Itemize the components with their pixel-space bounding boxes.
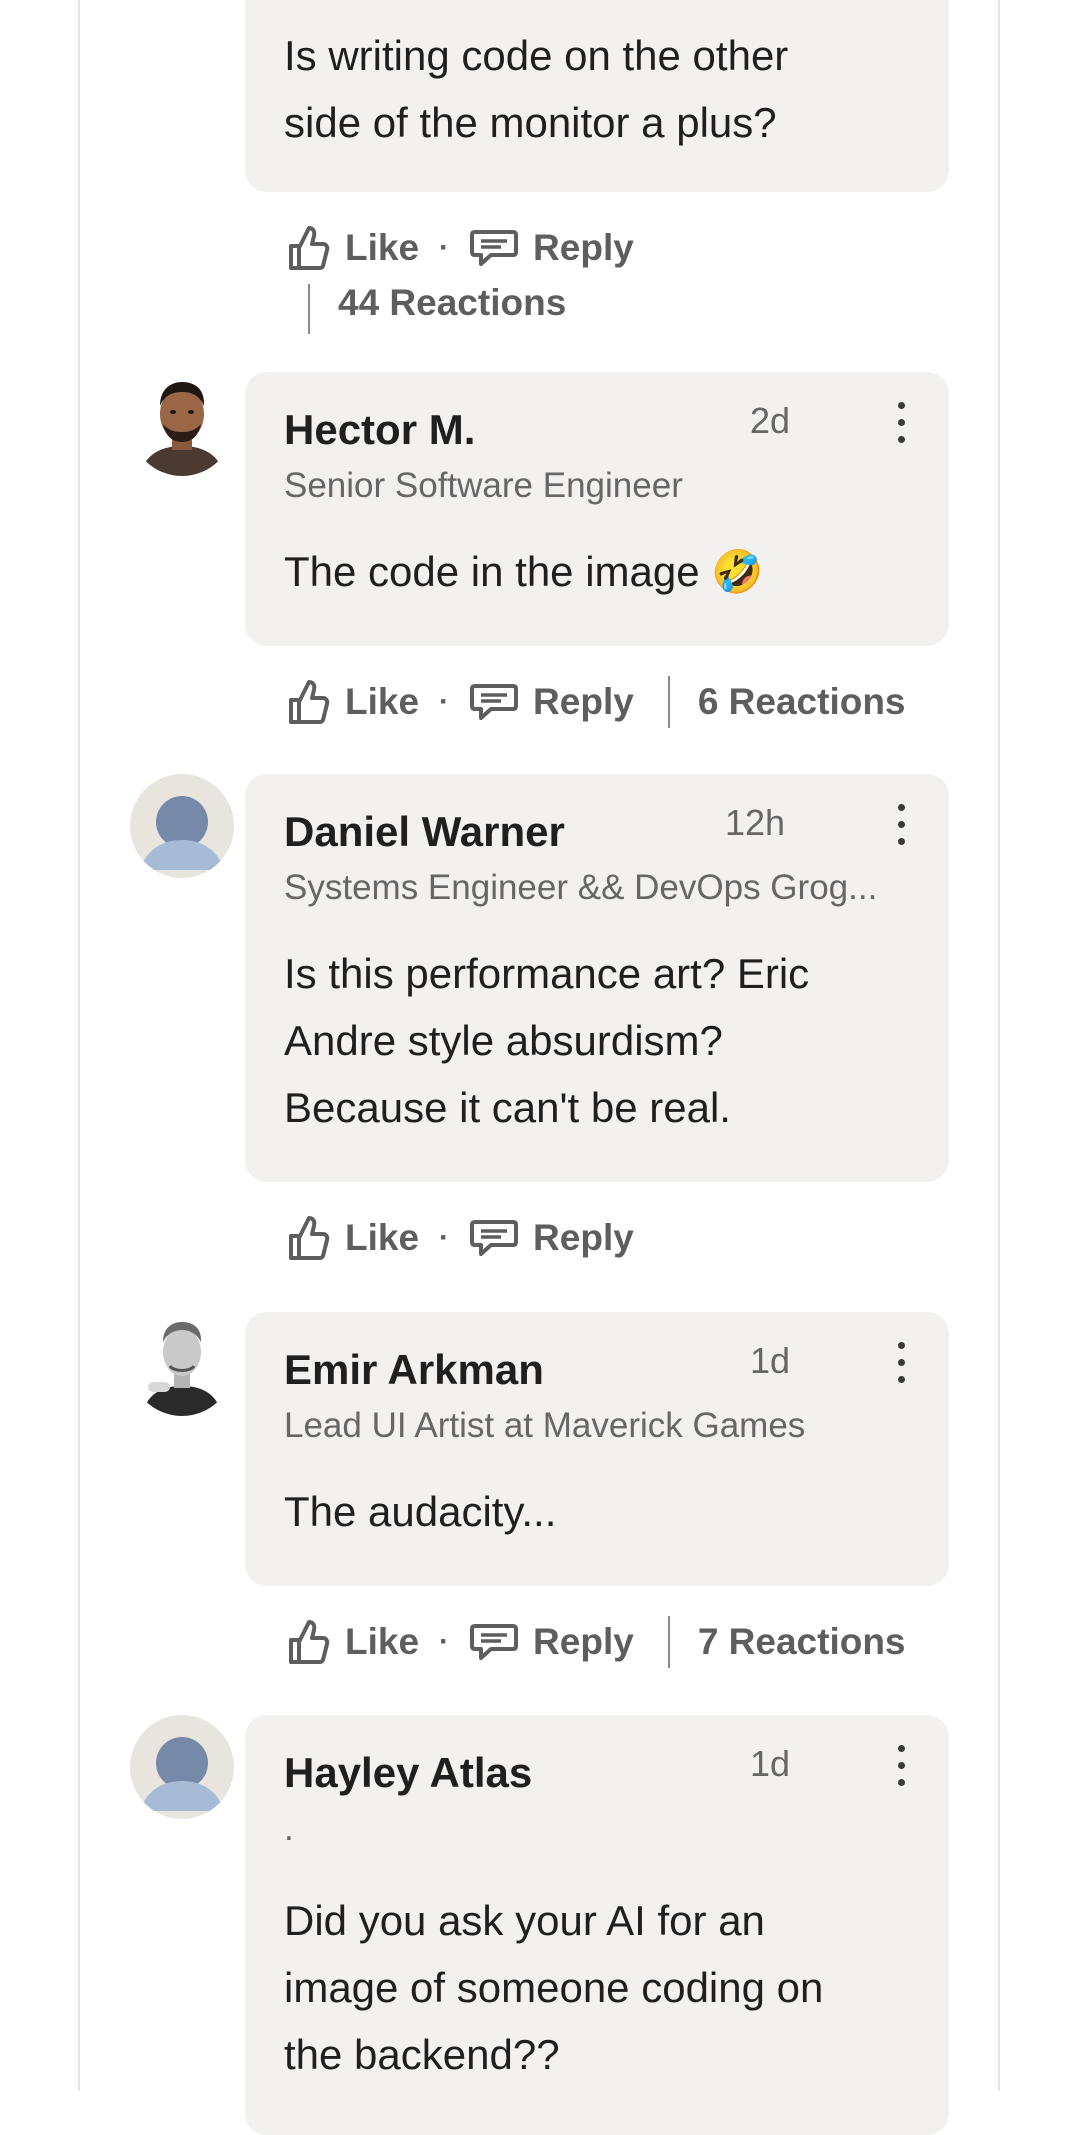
thumbs-up-icon: [289, 680, 330, 724]
comment-actions: Like · Reply: [285, 218, 634, 278]
comment-text: Is this performance art? Eric Andre styl…: [284, 950, 810, 1131]
separator-dot: ·: [439, 685, 450, 718]
profile-photo: [130, 372, 234, 476]
comment-bubble: Daniel Warner 12h Systems Engineer && De…: [245, 774, 949, 1182]
author-name[interactable]: Hector M.: [284, 406, 475, 454]
reply-bubble-icon: [470, 230, 519, 266]
more-options-icon[interactable]: [895, 1342, 907, 1386]
comment-actions: Like · Reply 7 Reactions: [285, 1612, 906, 1672]
comment-time: 1d: [750, 1743, 791, 1784]
like-button[interactable]: Like: [285, 224, 419, 272]
comment-time: 2d: [750, 400, 791, 441]
comment-bubble: Hayley Atlas 1d . Did you ask your AI fo…: [245, 1715, 949, 2135]
reply-button[interactable]: Reply: [469, 681, 634, 723]
like-button[interactable]: Like: [285, 1618, 419, 1666]
author-name[interactable]: Emir Arkman: [284, 1346, 544, 1394]
author-headline: Lead UI Artist at Maverick Games: [284, 1406, 806, 1445]
more-options-icon[interactable]: [895, 1745, 907, 1789]
comment-bubble: Hector M. 2d Senior Software Engineer Th…: [245, 372, 949, 646]
reply-bubble-icon: [470, 1220, 519, 1256]
author-headline: .: [284, 1809, 294, 1848]
thumbs-up-icon: [289, 226, 330, 270]
reactions-count[interactable]: 6 Reactions: [698, 681, 906, 723]
author-headline: Systems Engineer && DevOps Grog...: [284, 868, 878, 907]
separator-dot: ·: [439, 1625, 450, 1658]
profile-photo: [130, 1312, 234, 1416]
comment-bubble: Emir Arkman 1d Lead UI Artist at Maveric…: [245, 1312, 949, 1586]
separator-dot: ·: [439, 1221, 450, 1254]
default-person-icon: [130, 774, 234, 878]
reactions-count[interactable]: 44 Reactions: [338, 282, 566, 324]
comment-text: Did you ask your AI for an image of some…: [284, 1897, 824, 2078]
comment-text: The audacity...: [284, 1488, 557, 1535]
separator-dot: ·: [439, 231, 450, 264]
comment-actions: Like · Reply: [285, 1208, 634, 1268]
reactions-divider: [308, 284, 310, 334]
avatar[interactable]: [130, 372, 234, 476]
reply-bubble-icon: [470, 1624, 519, 1660]
avatar[interactable]: [130, 1715, 234, 1819]
comment-text: The code in the image 🤣: [284, 548, 764, 595]
reactions-divider: [667, 676, 670, 728]
more-options-icon[interactable]: [895, 402, 907, 446]
comment-actions: Like · Reply 6 Reactions: [285, 672, 906, 732]
thumbs-up-icon: [289, 1620, 330, 1664]
comment-bubble: Is writing code on the other side of the…: [245, 0, 949, 192]
reply-button[interactable]: Reply: [469, 227, 634, 269]
more-options-icon[interactable]: [895, 804, 907, 848]
avatar[interactable]: [130, 1312, 234, 1416]
author-headline: Senior Software Engineer: [284, 466, 683, 505]
thumbs-up-icon: [289, 1216, 330, 1260]
reply-button[interactable]: Reply: [469, 1217, 634, 1259]
reactions-divider: [667, 1616, 670, 1668]
reply-bubble-icon: [470, 684, 519, 720]
default-person-icon: [130, 1715, 234, 1819]
author-name[interactable]: Hayley Atlas: [284, 1749, 532, 1797]
comment-text: Is writing code on the other side of the…: [284, 32, 789, 146]
avatar[interactable]: [130, 774, 234, 878]
author-name[interactable]: Daniel Warner: [284, 808, 565, 856]
reactions-count[interactable]: 7 Reactions: [698, 1621, 906, 1663]
comment-time: 12h: [725, 802, 786, 843]
like-button[interactable]: Like: [285, 1214, 419, 1262]
like-button[interactable]: Like: [285, 678, 419, 726]
reply-button[interactable]: Reply: [469, 1621, 634, 1663]
comment-time: 1d: [750, 1340, 791, 1381]
